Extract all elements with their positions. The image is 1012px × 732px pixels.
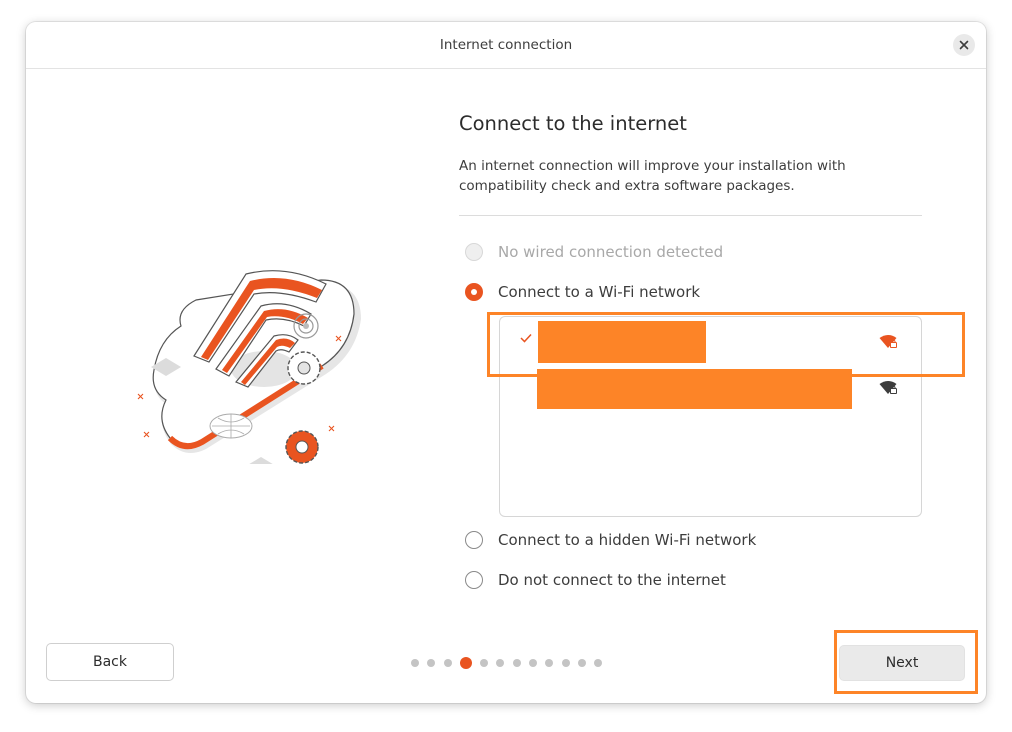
check-icon	[520, 333, 532, 343]
option-wired: No wired connection detected	[465, 241, 723, 263]
installer-window: Internet connection Connect to the inter…	[26, 22, 986, 703]
option-wired-label: No wired connection detected	[498, 243, 724, 261]
back-button[interactable]: Back	[46, 643, 174, 681]
wifi-network-row[interactable]	[500, 367, 921, 411]
step-dot	[561, 659, 570, 667]
step-dot	[480, 659, 489, 667]
step-dot-active	[459, 657, 472, 669]
radio-no-internet[interactable]	[465, 571, 483, 589]
radio-hidden-wifi[interactable]	[465, 531, 483, 549]
step-dot	[411, 659, 419, 667]
step-dot	[427, 659, 436, 667]
option-hidden-wifi-label: Connect to a hidden Wi-Fi network	[498, 531, 757, 549]
step-indicator	[411, 656, 611, 670]
radio-wired	[465, 243, 483, 261]
step-dot	[545, 659, 554, 667]
radio-wifi[interactable]	[465, 283, 483, 301]
next-button[interactable]: Next	[839, 645, 965, 681]
wifi-lock-icon	[879, 335, 897, 348]
wifi-network-row[interactable]	[500, 319, 921, 363]
redacted-network-name	[538, 321, 706, 363]
step-dot	[496, 659, 505, 667]
step-dot	[594, 659, 603, 667]
option-wifi-label: Connect to a Wi-Fi network	[498, 283, 701, 301]
divider	[459, 215, 922, 216]
wifi-cloud-illustration	[137, 270, 361, 464]
step-dot	[529, 659, 538, 667]
option-no-internet-label: Do not connect to the internet	[498, 571, 726, 589]
title-bar: Internet connection	[26, 22, 986, 69]
wifi-network-list	[499, 316, 922, 517]
step-dot	[443, 659, 452, 667]
step-dot	[577, 659, 586, 667]
option-no-internet[interactable]: Do not connect to the internet	[465, 569, 726, 591]
close-button[interactable]	[953, 34, 975, 56]
wifi-lock-icon	[879, 381, 897, 394]
redacted-network-name	[537, 369, 852, 409]
close-icon	[959, 40, 969, 50]
page-title: Connect to the internet	[459, 112, 687, 135]
page-description: An internet connection will improve your…	[459, 158, 846, 194]
option-wifi[interactable]: Connect to a Wi-Fi network	[465, 281, 700, 303]
option-hidden-wifi[interactable]: Connect to a hidden Wi-Fi network	[465, 529, 756, 551]
step-dot	[512, 659, 521, 667]
window-title: Internet connection	[439, 37, 573, 53]
